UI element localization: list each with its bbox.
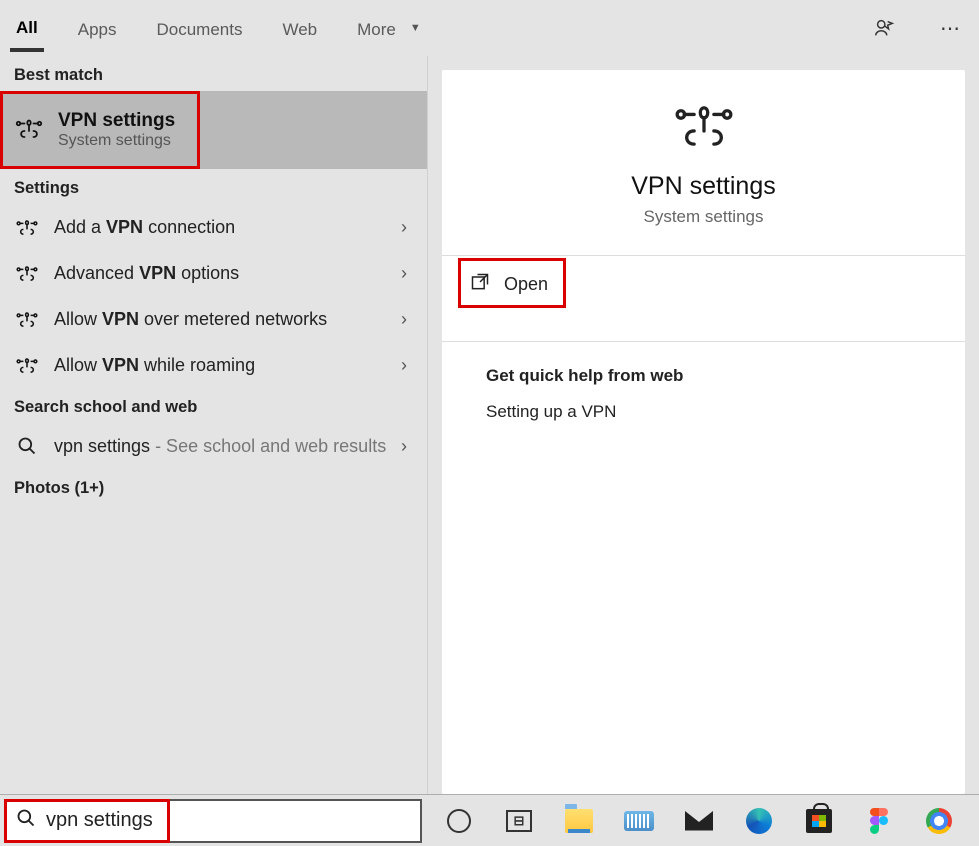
quick-help-label: Get quick help from web — [442, 342, 965, 396]
photos-label: Photos (1+) — [0, 469, 427, 504]
cortana-icon[interactable] — [442, 804, 476, 838]
vpn-icon-large — [442, 98, 965, 154]
keyboard-icon[interactable] — [622, 804, 656, 838]
web-search-label: vpn settings - See school and web result… — [54, 436, 386, 457]
task-view-icon[interactable]: ⊟ — [502, 804, 536, 838]
taskbar: ⊟ — [0, 794, 979, 846]
vpn-icon — [14, 264, 40, 282]
tab-web[interactable]: Web — [276, 6, 323, 50]
search-input[interactable] — [46, 809, 410, 832]
settings-label: Settings — [0, 169, 427, 204]
search-tabs: All Apps Documents Web More ▼ ⋯ — [0, 0, 979, 56]
search-icon — [14, 436, 40, 456]
settings-item-advanced-vpn[interactable]: Advanced VPN options › — [0, 250, 427, 296]
settings-item-label: Allow VPN while roaming — [54, 355, 255, 376]
settings-item-label: Advanced VPN options — [54, 263, 239, 284]
chevron-right-icon: › — [401, 355, 407, 376]
chevron-right-icon: › — [401, 217, 407, 238]
open-label: Open — [504, 274, 548, 295]
mail-icon[interactable] — [682, 804, 716, 838]
open-icon — [470, 272, 490, 297]
tab-all[interactable]: All — [10, 4, 44, 52]
chevron-right-icon: › — [401, 263, 407, 284]
preview-title: VPN settings — [442, 172, 965, 201]
settings-item-label: Add a VPN connection — [54, 217, 235, 238]
feedback-icon[interactable] — [865, 9, 903, 47]
settings-item-label: Allow VPN over metered networks — [54, 309, 327, 330]
edge-icon[interactable] — [742, 804, 776, 838]
best-match-label: Best match — [0, 56, 427, 91]
vpn-icon — [14, 218, 40, 236]
tab-more[interactable]: More — [351, 6, 402, 50]
store-icon[interactable] — [802, 804, 836, 838]
vpn-icon — [14, 310, 40, 328]
best-match-title: VPN settings — [58, 110, 175, 132]
chevron-right-icon: › — [401, 309, 407, 330]
more-options-icon[interactable]: ⋯ — [931, 9, 969, 47]
best-match-result[interactable]: VPN settings System settings — [0, 91, 427, 169]
search-web-label: Search school and web — [0, 388, 427, 423]
chevron-right-icon: › — [401, 436, 407, 457]
best-match-subtitle: System settings — [58, 132, 175, 150]
preview-pane: VPN settings System settings Open Get qu… — [442, 70, 965, 794]
open-button[interactable]: Open — [442, 256, 965, 313]
tab-apps[interactable]: Apps — [72, 6, 123, 50]
figma-icon[interactable] — [862, 804, 896, 838]
settings-item-vpn-metered[interactable]: Allow VPN over metered networks › — [0, 296, 427, 342]
chrome-icon[interactable] — [922, 804, 956, 838]
settings-item-vpn-roaming[interactable]: Allow VPN while roaming › — [0, 342, 427, 388]
quick-help-link[interactable]: Setting up a VPN — [442, 396, 965, 428]
file-explorer-icon[interactable] — [562, 804, 596, 838]
preview-subtitle: System settings — [442, 207, 965, 227]
results-pane: Best match VPN settings System settings — [0, 56, 428, 794]
tab-documents[interactable]: Documents — [150, 6, 248, 50]
web-search-result[interactable]: vpn settings - See school and web result… — [0, 423, 427, 469]
search-icon — [16, 808, 36, 833]
settings-item-add-vpn[interactable]: Add a VPN connection › — [0, 204, 427, 250]
vpn-icon — [14, 356, 40, 374]
chevron-down-icon: ▼ — [410, 22, 421, 34]
taskbar-search[interactable] — [4, 799, 422, 843]
vpn-icon — [14, 116, 44, 145]
